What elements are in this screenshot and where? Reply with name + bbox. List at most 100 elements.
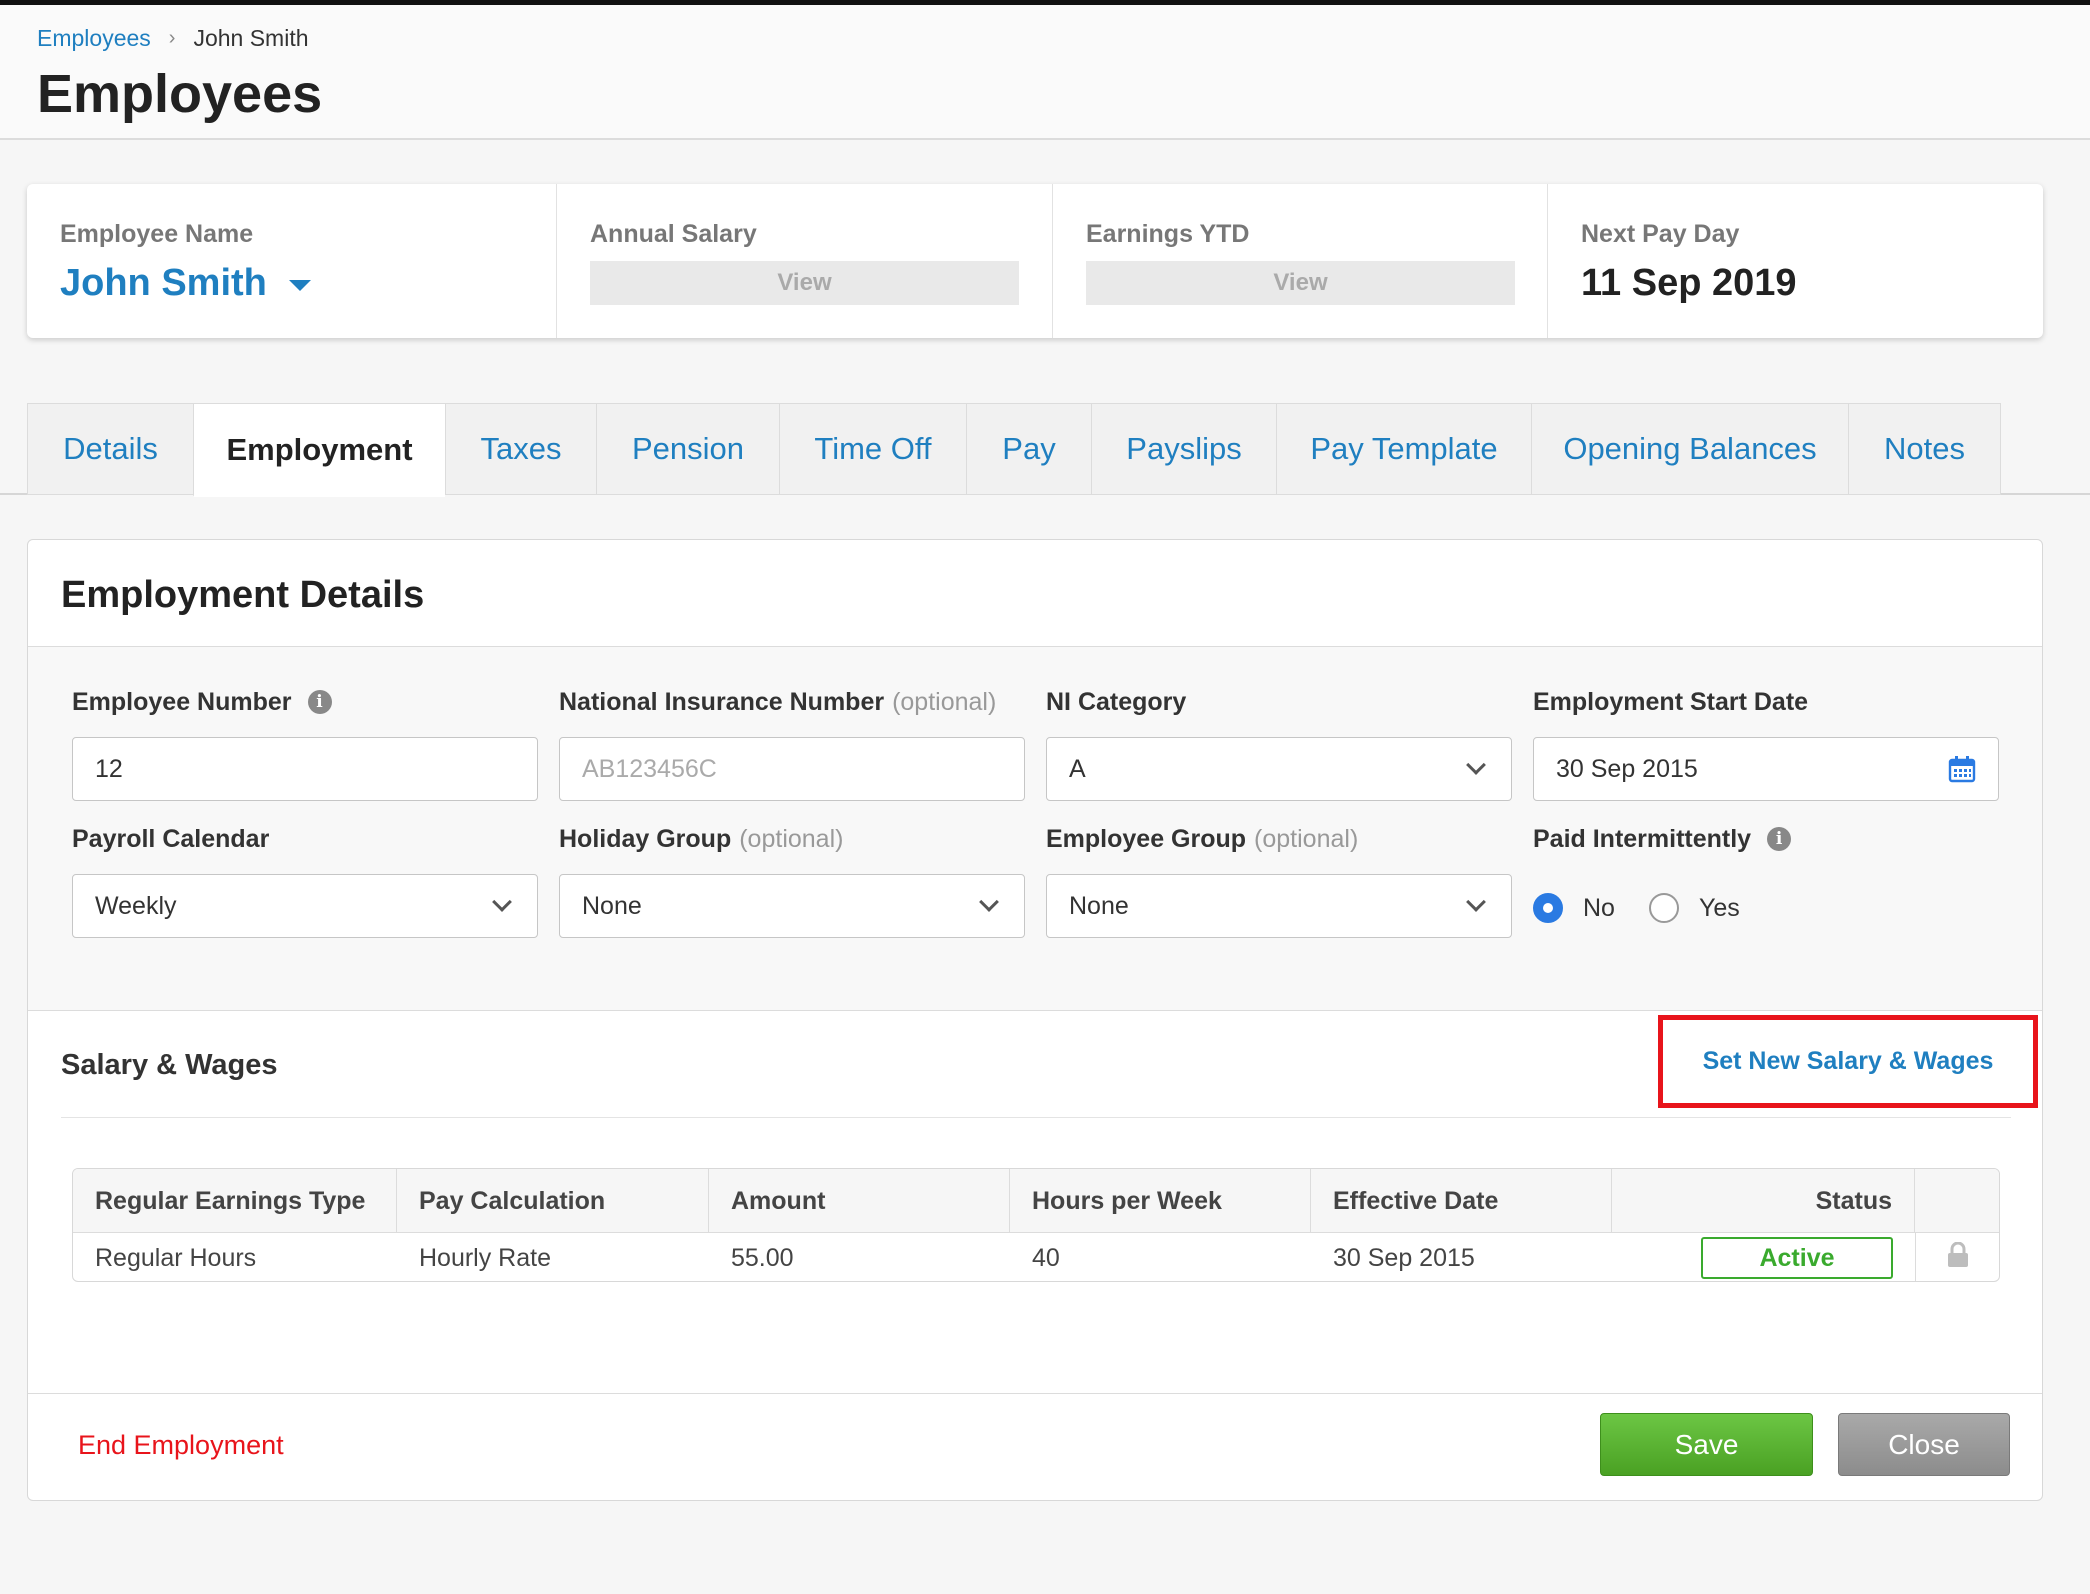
status-badge: Active (1701, 1237, 1893, 1279)
column-header-lock (1915, 1169, 1999, 1233)
tabs-bar: Details Employment Taxes Pension Time Of… (0, 403, 2090, 497)
chevron-down-icon (492, 892, 512, 912)
tab-pension[interactable]: Pension (596, 403, 779, 495)
employee-number-value: 12 (95, 754, 123, 783)
payroll-calendar-value: Weekly (95, 891, 177, 920)
ni-number-placeholder: AB123456C (582, 754, 717, 783)
start-date-field: Employment Start Date 30 Sep 2015 (1533, 685, 1999, 801)
set-new-salary-wages-link[interactable]: Set New Salary & Wages (1658, 1015, 2038, 1108)
tab-opening-balances[interactable]: Opening Balances (1531, 403, 1848, 495)
divider (61, 1117, 2011, 1118)
end-employment-link[interactable]: End Employment (78, 1430, 284, 1461)
employee-group-select[interactable]: None (1046, 874, 1512, 938)
employee-group-label-text: Employee Group (1046, 824, 1247, 853)
payroll-calendar-field: Payroll Calendar Weekly (72, 822, 538, 938)
employee-number-field: Employee Number i 12 (72, 685, 538, 801)
cell-hours-per-week: 40 (1032, 1243, 1060, 1272)
employee-name-value: John Smith (60, 262, 267, 304)
summary-annual-salary: Annual Salary View (557, 184, 1053, 338)
cell-lock (1915, 1233, 1999, 1281)
ni-category-select[interactable]: A (1046, 737, 1512, 801)
tab-details[interactable]: Details (27, 403, 193, 495)
payroll-calendar-label: Payroll Calendar (72, 822, 538, 856)
ni-number-label: National Insurance Number (optional) (559, 685, 1025, 719)
employee-summary-card: Employee Name John Smith Annual Salary V… (27, 184, 2043, 338)
tab-time-off[interactable]: Time Off (779, 403, 966, 495)
employment-details-title: Employment Details (61, 574, 425, 616)
start-date-value: 30 Sep 2015 (1556, 754, 1698, 783)
breadcrumb: Employees › John Smith (37, 25, 309, 52)
breadcrumb-separator: › (168, 27, 176, 49)
chevron-down-icon (1466, 755, 1486, 775)
chevron-down-icon (979, 892, 999, 912)
radio-yes-label[interactable]: Yes (1699, 894, 1740, 923)
close-button[interactable]: Close (1838, 1413, 2010, 1476)
tab-pay[interactable]: Pay (966, 403, 1091, 495)
ni-category-label: NI Category (1046, 685, 1512, 719)
payroll-calendar-select[interactable]: Weekly (72, 874, 538, 938)
employee-name-dropdown[interactable]: John Smith (60, 262, 311, 305)
divider (28, 1393, 2042, 1394)
column-header: Status (1612, 1169, 1915, 1233)
start-date-input[interactable]: 30 Sep 2015 (1533, 737, 1999, 801)
ni-category-value: A (1069, 754, 1086, 783)
holiday-group-select[interactable]: None (559, 874, 1025, 938)
cell-pay-calculation: Hourly Rate (419, 1243, 551, 1272)
holiday-group-label-text: Holiday Group (559, 824, 732, 853)
ni-number-field: National Insurance Number (optional) AB1… (559, 685, 1025, 801)
employee-number-input[interactable]: 12 (72, 737, 538, 801)
start-date-label: Employment Start Date (1533, 685, 1999, 719)
next-pay-day-label: Next Pay Day (1581, 220, 1740, 248)
calendar-icon[interactable] (1948, 755, 1976, 783)
radio-no[interactable] (1533, 893, 1563, 923)
annual-salary-label: Annual Salary (590, 220, 757, 248)
tab-employment[interactable]: Employment (193, 403, 445, 497)
column-header: Regular Earnings Type (73, 1169, 397, 1233)
caret-down-icon (288, 280, 311, 291)
cell-amount: 55.00 (731, 1243, 794, 1272)
employee-group-value: None (1069, 891, 1129, 920)
cell-effective-date: 30 Sep 2015 (1333, 1243, 1475, 1272)
ni-number-input[interactable]: AB123456C (559, 737, 1025, 801)
column-header: Effective Date (1311, 1169, 1612, 1233)
cell-status: Active (1612, 1233, 1915, 1281)
ni-category-field: NI Category A (1046, 685, 1512, 801)
optional-hint: (optional) (1254, 824, 1359, 853)
lock-icon (1947, 1241, 1969, 1275)
employee-name-label: Employee Name (60, 220, 254, 248)
summary-next-pay-day: Next Pay Day 11 Sep 2019 (1548, 184, 2043, 338)
employee-number-label-text: Employee Number (72, 687, 292, 716)
radio-yes[interactable] (1648, 893, 1679, 923)
paid-intermittently-radio-group: No Yes (1533, 876, 1999, 940)
info-icon[interactable]: i (307, 690, 332, 714)
holiday-group-field: Holiday Group (optional) None (559, 822, 1025, 938)
chevron-down-icon (1466, 892, 1486, 912)
salary-wages-table: Regular Earnings Type Pay Calculation Am… (72, 1168, 2000, 1282)
tab-notes[interactable]: Notes (1848, 403, 2001, 495)
column-header: Hours per Week (1010, 1169, 1311, 1233)
employee-group-field: Employee Group (optional) None (1046, 822, 1512, 938)
earnings-ytd-label: Earnings YTD (1086, 220, 1250, 248)
tab-pay-template[interactable]: Pay Template (1276, 403, 1531, 495)
info-icon[interactable]: i (1767, 827, 1792, 851)
breadcrumb-employees-link[interactable]: Employees (37, 25, 151, 52)
holiday-group-value: None (582, 891, 642, 920)
radio-no-label[interactable]: No (1583, 894, 1615, 923)
save-button[interactable]: Save (1600, 1413, 1813, 1476)
payroll-calendar-label-text: Payroll Calendar (72, 824, 270, 853)
paid-intermittently-label-text: Paid Intermittently (1533, 824, 1752, 853)
annual-salary-view-button[interactable]: View (590, 261, 1019, 305)
tab-payslips[interactable]: Payslips (1091, 403, 1276, 495)
page-title: Employees (37, 64, 323, 124)
optional-hint: (optional) (739, 824, 844, 853)
employee-group-label: Employee Group (optional) (1046, 822, 1512, 856)
cell-earnings-type: Regular Hours (95, 1243, 257, 1272)
tab-taxes[interactable]: Taxes (445, 403, 596, 495)
optional-hint: (optional) (892, 687, 997, 716)
column-header: Pay Calculation (397, 1169, 709, 1233)
paid-intermittently-label: Paid Intermittently i (1533, 822, 1999, 856)
earnings-ytd-view-button[interactable]: View (1086, 261, 1515, 305)
tab-list: Details Employment Taxes Pension Time Of… (27, 403, 2001, 497)
salary-wages-title: Salary & Wages (61, 1049, 278, 1081)
breadcrumb-current: John Smith (193, 25, 309, 51)
